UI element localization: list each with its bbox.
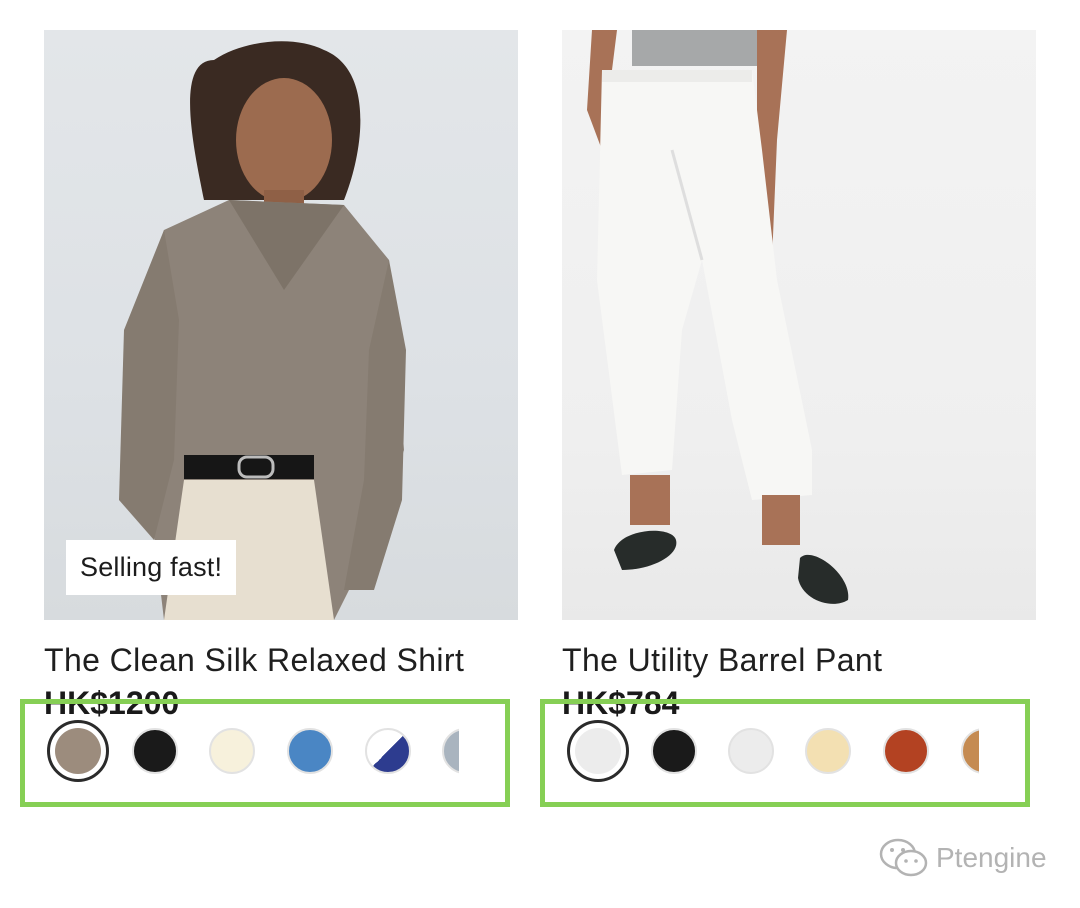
swatch-row xyxy=(567,704,979,802)
color-swatch[interactable] xyxy=(883,728,929,774)
color-swatch[interactable] xyxy=(961,728,979,774)
wechat-icon xyxy=(879,838,928,877)
model-pant-illustration xyxy=(587,30,849,604)
product-image-silk-shirt[interactable]: Selling fast! xyxy=(44,30,518,620)
product-image-barrel-pant[interactable] xyxy=(562,30,1036,620)
color-swatch[interactable] xyxy=(651,728,697,774)
product-name[interactable]: The Clean Silk Relaxed Shirt xyxy=(44,642,518,679)
color-swatch[interactable] xyxy=(805,728,851,774)
color-swatch[interactable] xyxy=(365,728,411,774)
color-swatch[interactable] xyxy=(287,728,333,774)
product-name[interactable]: The Utility Barrel Pant xyxy=(562,642,1036,679)
color-swatch[interactable] xyxy=(132,728,178,774)
color-swatch[interactable] xyxy=(442,728,459,774)
color-swatch[interactable] xyxy=(567,720,629,782)
product-card-silk-shirt[interactable]: Selling fast! The Clean Silk Relaxed Shi… xyxy=(44,30,518,722)
color-swatch-group-silk-shirt xyxy=(20,699,510,807)
swatch-row xyxy=(47,704,459,802)
selling-fast-badge: Selling fast! xyxy=(66,540,237,595)
color-swatch[interactable] xyxy=(728,728,774,774)
watermark: Ptengine xyxy=(878,836,1047,880)
color-swatch[interactable] xyxy=(209,728,255,774)
watermark-text: Ptengine xyxy=(936,842,1047,873)
color-swatch-group-barrel-pant xyxy=(540,699,1030,807)
color-swatch[interactable] xyxy=(47,720,109,782)
product-card-barrel-pant[interactable]: The Utility Barrel Pant HK$784 xyxy=(562,30,1036,722)
model-shirt-illustration xyxy=(119,41,406,620)
